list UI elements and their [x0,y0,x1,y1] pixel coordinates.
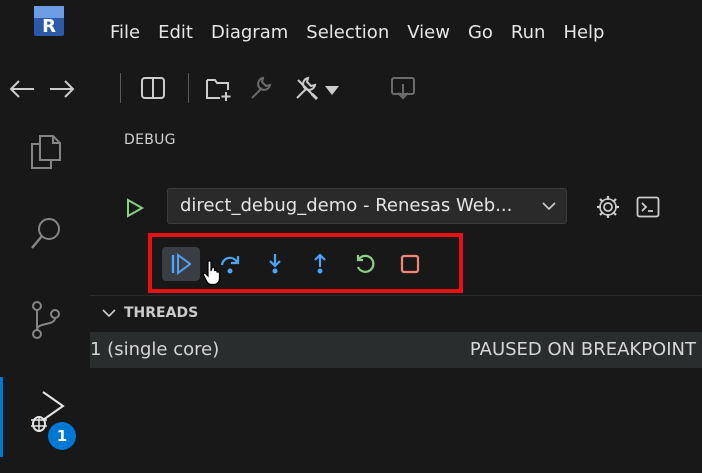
menu-help[interactable]: Help [554,20,613,46]
menu-bar: R File Edit Diagram Selection View Go Ru… [0,0,702,64]
source-control-icon[interactable] [29,300,63,340]
toolbar-separator [188,73,189,103]
stop-button[interactable] [395,249,425,279]
build-tools-icon[interactable] [292,74,322,102]
step-out-icon [314,253,326,274]
debug-config-label: direct_debug_demo - Renesas Web... [180,195,513,216]
build-wrench-icon[interactable] [246,74,274,102]
step-over-icon [220,256,240,274]
chevron-down-icon[interactable] [324,84,340,96]
debug-console-icon[interactable] [636,196,660,218]
threads-header[interactable]: THREADS [90,295,702,329]
flash-download-icon[interactable] [390,76,416,102]
menu-diagram[interactable]: Diagram [202,20,297,46]
hand-cursor-icon [202,260,221,286]
continue-icon [171,253,192,275]
debug-sidebar: DEBUG direct_debug_demo - Renesas Web... [90,114,702,473]
thread-status: PAUSED ON BREAKPOINT [469,339,696,360]
menu-view[interactable]: View [398,20,459,46]
forward-arrow-icon[interactable] [48,78,76,100]
restart-button[interactable] [350,249,380,279]
chevron-down-icon [102,309,116,318]
table-row[interactable]: 1 (single core) PAUSED ON BREAKPOINT [90,332,702,368]
debug-badge: 1 [48,422,76,450]
menu-items: File Edit Diagram Selection View Go Run … [110,20,613,46]
toolbar-separator [120,73,121,103]
menu-go[interactable]: Go [459,20,502,46]
search-icon[interactable] [29,216,63,252]
thread-name: 1 (single core) [90,339,220,360]
stop-icon [400,254,420,274]
menu-file[interactable]: File [110,20,149,46]
step-into-button[interactable] [260,249,290,279]
gear-icon[interactable] [595,194,621,220]
explorer-icon[interactable] [29,134,63,170]
step-into-icon [269,254,281,274]
svg-text:R: R [42,16,56,36]
menu-selection[interactable]: Selection [297,20,398,46]
chevron-down-icon [542,202,556,211]
sidebar-title: DEBUG [124,132,176,148]
step-out-button[interactable] [305,249,335,279]
title-toolbar [0,64,702,114]
active-indicator [0,377,3,457]
menu-edit[interactable]: Edit [149,20,202,46]
split-panel-icon[interactable] [140,76,166,100]
debug-config-select[interactable]: direct_debug_demo - Renesas Web... [167,188,567,224]
continue-button[interactable] [162,247,200,281]
back-arrow-icon[interactable] [8,78,36,100]
vscode-window: R File Edit Diagram Selection View Go Ru… [0,0,702,473]
new-project-icon[interactable] [204,74,234,102]
restart-icon [356,254,375,273]
start-debug-icon[interactable] [126,198,144,218]
threads-title: THREADS [124,305,199,321]
menu-run[interactable]: Run [502,20,555,46]
activity-bar: 1 [0,114,90,473]
debug-toolbar [148,233,463,293]
app-logo-icon: R [34,6,64,36]
